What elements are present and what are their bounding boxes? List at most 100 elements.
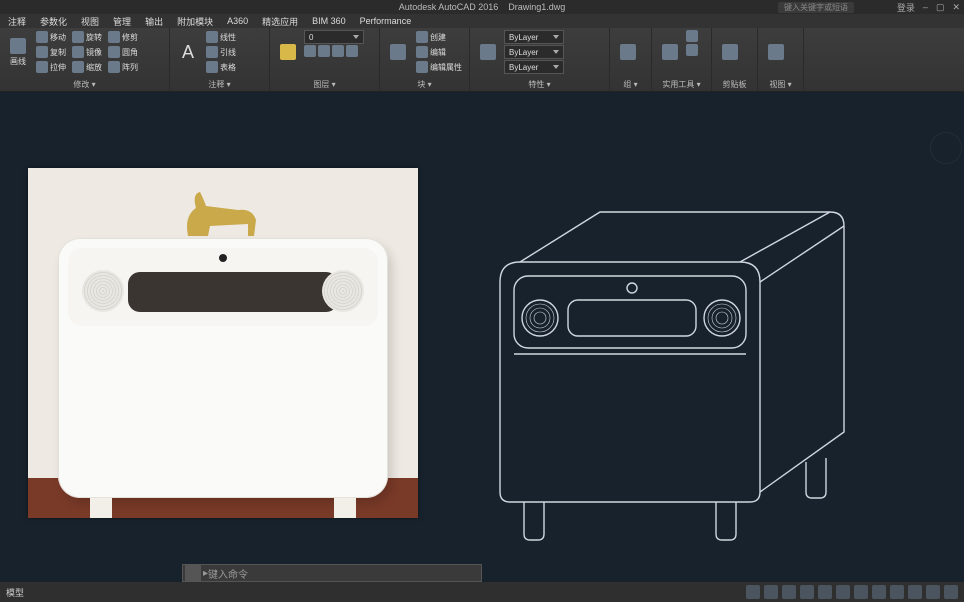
shelf-slot xyxy=(128,272,338,312)
layer-tool-icon[interactable] xyxy=(318,45,330,57)
panel-label[interactable]: 修改 ▾ xyxy=(4,79,165,91)
menu-item[interactable]: 视图 xyxy=(77,15,103,28)
menu-item[interactable]: 管理 xyxy=(109,15,135,28)
maximize-icon[interactable]: ▢ xyxy=(936,2,945,13)
layer-tool-icon[interactable] xyxy=(304,45,316,57)
match-props-button[interactable] xyxy=(474,30,502,74)
panel-label[interactable]: 特性 ▾ xyxy=(474,79,605,91)
cycling-toggle-icon[interactable] xyxy=(890,585,904,599)
panel-label[interactable]: 图层 ▾ xyxy=(274,79,375,91)
edit-block-button[interactable]: 编辑 xyxy=(414,45,464,59)
insert-button[interactable] xyxy=(384,30,412,74)
grid-toggle-icon[interactable] xyxy=(746,585,760,599)
login-link[interactable]: 登录 xyxy=(897,1,915,14)
reference-image: TRONXI xyxy=(28,168,418,518)
menu-item[interactable]: A360 xyxy=(223,16,252,26)
stretch-button[interactable]: 拉伸 xyxy=(34,60,68,74)
viewcube[interactable] xyxy=(930,132,962,164)
layer-tool-icon[interactable] xyxy=(346,45,358,57)
panel-label[interactable]: 实用工具 ▾ xyxy=(656,79,707,91)
util-icon[interactable] xyxy=(686,44,698,56)
draw-button[interactable]: 画线 xyxy=(4,30,32,74)
wireframe-drawing xyxy=(460,162,880,562)
edit-attr-button[interactable]: 编辑属性 xyxy=(414,60,464,74)
group-button[interactable] xyxy=(614,30,642,74)
panel-label[interactable]: 块 ▾ xyxy=(384,79,465,91)
measure-button[interactable] xyxy=(656,30,684,74)
minimize-icon[interactable]: – xyxy=(923,2,928,12)
color-select[interactable]: ByLayer xyxy=(504,30,564,44)
status-bar: 模型 xyxy=(0,582,964,602)
scale-button[interactable]: 缩放 xyxy=(70,60,104,74)
base-view-button[interactable] xyxy=(762,30,790,74)
panel-clipboard: 剪贴板 xyxy=(712,28,758,91)
rotate-button[interactable]: 旋转 xyxy=(70,30,104,44)
menu-item[interactable]: 输出 xyxy=(141,15,167,28)
panel-block: 创建 编辑 编辑属性 块 ▾ xyxy=(380,28,470,91)
command-line[interactable]: ▸ 键入命令 xyxy=(182,564,482,582)
fillet-button[interactable]: 圆角 xyxy=(106,45,140,59)
status-buttons xyxy=(746,585,958,599)
layer-tool-icon[interactable] xyxy=(332,45,344,57)
camera-dot xyxy=(219,254,227,262)
mirror-button[interactable]: 镜像 xyxy=(70,45,104,59)
search-box[interactable]: 键入关键字或短语 xyxy=(778,2,854,13)
snap-toggle-icon[interactable] xyxy=(764,585,778,599)
leg xyxy=(334,498,356,518)
panel-utilities: 实用工具 ▾ xyxy=(652,28,712,91)
array-button[interactable]: 阵列 xyxy=(106,60,140,74)
menu-item[interactable]: 注释 xyxy=(4,15,30,28)
linear-button[interactable]: 线性 xyxy=(204,30,238,44)
copy-button[interactable]: 复制 xyxy=(34,45,68,59)
speaker-right xyxy=(322,270,364,312)
deer-decoration xyxy=(178,186,268,242)
leader-button[interactable]: 引线 xyxy=(204,45,238,59)
text-button[interactable]: A xyxy=(174,30,202,74)
move-button[interactable]: 移动 xyxy=(34,30,68,44)
transparency-toggle-icon[interactable] xyxy=(872,585,886,599)
table-button[interactable]: 表格 xyxy=(204,60,238,74)
title-bar: Autodesk AutoCAD 2016 Drawing1.dwg 键入关键字… xyxy=(0,0,964,14)
lineweight-select[interactable]: ByLayer xyxy=(504,45,564,59)
panel-label[interactable]: 视图 ▾ xyxy=(762,79,799,91)
paste-button[interactable] xyxy=(716,30,744,74)
ortho-toggle-icon[interactable] xyxy=(782,585,796,599)
drawing-canvas[interactable]: TRONXI xyxy=(0,92,964,582)
osnap-toggle-icon[interactable] xyxy=(818,585,832,599)
panel-label[interactable]: 剪贴板 xyxy=(716,79,753,91)
panel-view: 视图 ▾ xyxy=(758,28,804,91)
menu-item[interactable]: 精选应用 xyxy=(258,15,302,28)
util-icon[interactable] xyxy=(686,30,698,42)
customize-icon[interactable] xyxy=(944,585,958,599)
panel-annotate: A 线性 引线 表格 注释 ▾ xyxy=(170,28,270,91)
speaker-left xyxy=(82,270,124,312)
close-icon[interactable]: ✕ xyxy=(952,2,960,13)
panel-properties: ByLayer ByLayer ByLayer 特性 ▾ xyxy=(470,28,610,91)
panel-label[interactable]: 注释 ▾ xyxy=(174,79,265,91)
ribbon: 画线 移动旋转修剪 复制镜像圆角 拉伸缩放阵列 修改 ▾ A 线性 引线 表格 … xyxy=(0,28,964,92)
linetype-select[interactable]: ByLayer xyxy=(504,60,564,74)
menu-item[interactable]: Performance xyxy=(356,16,416,26)
layer-select[interactable]: 0 xyxy=(304,30,364,44)
panel-group: 组 ▾ xyxy=(610,28,652,91)
model-tab[interactable]: 模型 xyxy=(6,586,24,599)
lineweight-toggle-icon[interactable] xyxy=(854,585,868,599)
panel-layers: 0 图层 ▾ xyxy=(270,28,380,91)
menu-item[interactable]: 参数化 xyxy=(36,15,71,28)
file-name: Drawing1.dwg xyxy=(508,2,565,12)
workspace-icon[interactable] xyxy=(926,585,940,599)
create-block-button[interactable]: 创建 xyxy=(414,30,464,44)
otrack-toggle-icon[interactable] xyxy=(836,585,850,599)
trim-button[interactable]: 修剪 xyxy=(106,30,140,44)
menu-item[interactable]: BIM 360 xyxy=(308,16,350,26)
annotation-toggle-icon[interactable] xyxy=(908,585,922,599)
menu-bar: 注释 参数化 视图 管理 输出 附加模块 A360 精选应用 BIM 360 P… xyxy=(0,14,964,28)
app-name: Autodesk AutoCAD 2016 xyxy=(399,2,499,12)
layer-props-button[interactable] xyxy=(274,30,302,74)
panel-label[interactable]: 组 ▾ xyxy=(614,79,647,91)
cabinet-photo: TRONXI xyxy=(58,238,388,498)
cmd-icon[interactable] xyxy=(185,565,201,581)
polar-toggle-icon[interactable] xyxy=(800,585,814,599)
cmd-prompt: 键入命令 xyxy=(208,566,248,581)
menu-item[interactable]: 附加模块 xyxy=(173,15,217,28)
